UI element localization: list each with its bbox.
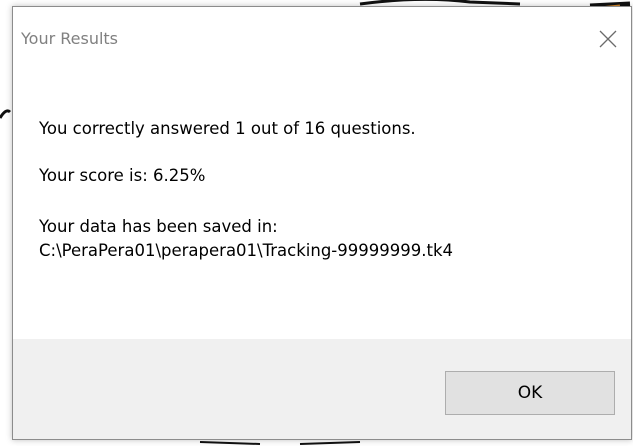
dialog-footer: OK — [13, 339, 631, 439]
close-icon — [599, 30, 617, 48]
dialog-message: You correctly answered 1 out of 16 quest… — [39, 119, 611, 263]
correct-answers-text: You correctly answered 1 out of 16 quest… — [39, 119, 416, 138]
dialog-titlebar[interactable]: Your Results — [13, 7, 631, 69]
close-button[interactable] — [585, 19, 631, 59]
dialog-title: Your Results — [21, 29, 119, 48]
ok-button[interactable]: OK — [445, 371, 615, 415]
results-dialog: Your Results You correctly answered 1 ou… — [12, 6, 632, 440]
score-text: Your score is: 6.25% — [39, 166, 206, 185]
saved-location: Your data has been saved in: C:\PeraPera… — [39, 215, 611, 263]
saved-path-text: C:\PeraPera01\perapera01\Tracking-999999… — [39, 241, 453, 260]
saved-label-text: Your data has been saved in: — [39, 217, 278, 236]
